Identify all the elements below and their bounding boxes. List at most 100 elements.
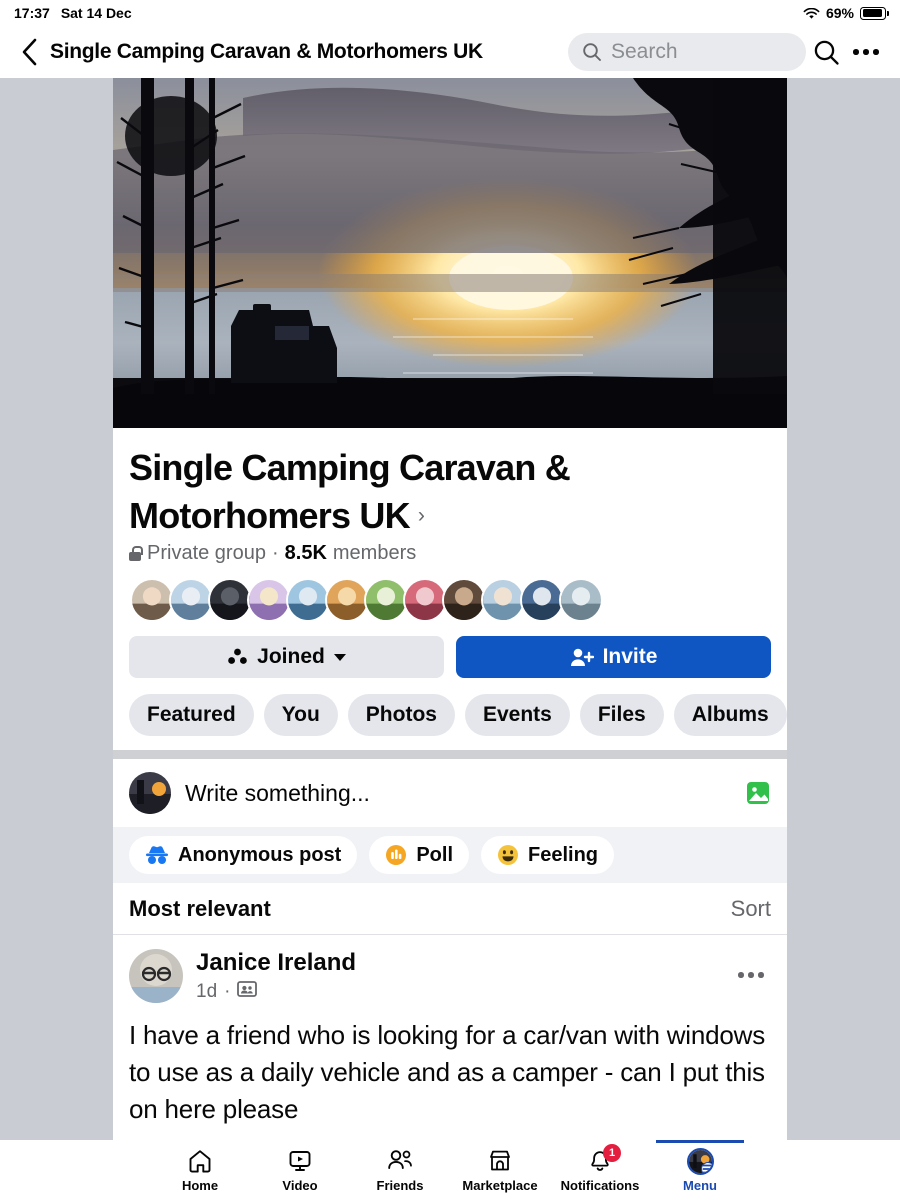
composer-action-bar: Anonymous post Poll Feeling bbox=[113, 827, 787, 883]
member-avatar[interactable] bbox=[481, 578, 525, 622]
member-avatar[interactable] bbox=[442, 578, 486, 622]
composer-action-label: Anonymous post bbox=[178, 843, 342, 866]
app-screen: 17:37 Sat 14 Dec 69% Single Camping Cara… bbox=[0, 0, 900, 1200]
search-icon bbox=[583, 43, 601, 61]
joined-label: Joined bbox=[257, 645, 325, 668]
section-divider bbox=[113, 750, 787, 759]
group-tab-label: Albums bbox=[691, 703, 769, 726]
meta-separator: · bbox=[271, 542, 279, 564]
search-input[interactable]: Search bbox=[568, 33, 806, 71]
composer-placeholder: Write something... bbox=[185, 779, 370, 806]
feed-post: Janice Ireland 1d · I have a friend who … bbox=[113, 934, 787, 1128]
member-avatar[interactable] bbox=[559, 578, 603, 622]
home-icon bbox=[187, 1147, 213, 1175]
group-action-buttons: Joined Invite bbox=[129, 636, 771, 678]
group-tab-label: You bbox=[281, 703, 320, 726]
bottom-nav-label: Home bbox=[181, 1178, 219, 1193]
group-tab-featured[interactable]: Featured bbox=[129, 694, 254, 736]
member-avatar[interactable] bbox=[364, 578, 408, 622]
bottom-nav-item-menu[interactable]: Menu bbox=[650, 1140, 750, 1200]
content-column: Single Camping Caravan & Motorhomers UK ›… bbox=[113, 78, 787, 1140]
friends-icon bbox=[386, 1147, 414, 1175]
invite-label: Invite bbox=[602, 645, 658, 668]
member-count: 8.5K bbox=[284, 542, 327, 564]
member-avatar[interactable] bbox=[247, 578, 291, 622]
member-avatar[interactable] bbox=[403, 578, 447, 622]
post-composer[interactable]: Write something... bbox=[113, 759, 787, 827]
group-tabs: Featured You Photos Events Files Albums bbox=[129, 694, 787, 750]
status-bar-left: 17:37 Sat 14 Dec bbox=[14, 5, 132, 21]
member-label: members bbox=[332, 542, 417, 564]
member-avatars[interactable] bbox=[129, 578, 771, 622]
avatar bbox=[129, 949, 183, 1003]
member-avatar[interactable] bbox=[169, 578, 213, 622]
invite-button[interactable]: Invite bbox=[456, 636, 771, 678]
group-name[interactable]: Single Camping Caravan & Motorhomers UK › bbox=[129, 444, 771, 540]
group-privacy: Private group bbox=[147, 542, 266, 564]
bottom-nav-item-friends[interactable]: Friends bbox=[350, 1140, 450, 1200]
status-bar-right: 69% bbox=[803, 5, 890, 21]
group-name-text: Single Camping Caravan & Motorhomers UK bbox=[129, 447, 571, 536]
group-tab-files[interactable]: Files bbox=[579, 694, 664, 736]
composer-action-feeling[interactable]: Feeling bbox=[481, 836, 615, 874]
member-avatar[interactable] bbox=[130, 578, 174, 622]
user-avatar bbox=[129, 772, 171, 814]
member-avatar[interactable] bbox=[286, 578, 330, 622]
composer-avatar bbox=[129, 772, 171, 814]
composer-action-label: Feeling bbox=[528, 843, 599, 866]
group-audience-icon bbox=[237, 979, 258, 1005]
bottom-nav-item-video[interactable]: Video bbox=[250, 1140, 350, 1200]
bottom-nav-label: Menu bbox=[683, 1178, 717, 1193]
menu-avatar-icon bbox=[686, 1147, 714, 1175]
group-tab-you[interactable]: You bbox=[263, 694, 338, 736]
back-button[interactable] bbox=[12, 35, 46, 69]
group-tab-label: Photos bbox=[365, 703, 437, 726]
status-bar: 17:37 Sat 14 Dec 69% bbox=[0, 0, 900, 26]
sort-button[interactable]: Sort bbox=[731, 896, 771, 922]
group-tab-albums[interactable]: Albums bbox=[673, 694, 787, 736]
group-tab-events[interactable]: Events bbox=[464, 694, 570, 736]
status-time: 17:37 bbox=[14, 5, 50, 21]
bottom-nav-item-marketplace[interactable]: Marketplace bbox=[450, 1140, 550, 1200]
group-meta: Private group · 8.5K members bbox=[129, 542, 771, 565]
wifi-icon bbox=[803, 7, 820, 19]
status-date: Sat 14 Dec bbox=[60, 5, 132, 21]
chevron-down-icon bbox=[333, 653, 346, 661]
post-more-options-icon bbox=[738, 972, 764, 978]
group-tab-label: Featured bbox=[147, 703, 236, 726]
smiley-icon bbox=[497, 844, 519, 866]
composer-action-poll[interactable]: Poll bbox=[369, 836, 470, 874]
bottom-nav-label: Marketplace bbox=[462, 1178, 538, 1193]
member-avatar[interactable] bbox=[208, 578, 252, 622]
post-author-name[interactable]: Janice Ireland bbox=[196, 949, 356, 977]
back-chevron-icon bbox=[22, 38, 36, 66]
more-options-icon bbox=[853, 49, 879, 55]
top-navigation-bar: Single Camping Caravan & Motorhomers UK … bbox=[0, 26, 900, 78]
more-options-button[interactable] bbox=[846, 32, 886, 72]
bottom-nav-label: Notifications bbox=[560, 1178, 640, 1193]
post-meta-separator: · bbox=[224, 981, 231, 1002]
bottom-nav-item-notifications[interactable]: 1 Notifications bbox=[550, 1140, 650, 1200]
member-avatar[interactable] bbox=[520, 578, 564, 622]
post-meta: 1d · bbox=[196, 979, 356, 1005]
lock-icon bbox=[129, 546, 143, 561]
composer-action-anonymous-post[interactable]: Anonymous post bbox=[129, 836, 358, 874]
post-author-avatar[interactable] bbox=[129, 949, 183, 1003]
joined-button[interactable]: Joined bbox=[129, 636, 444, 678]
group-cover-photo[interactable] bbox=[113, 78, 787, 428]
group-tab-photos[interactable]: Photos bbox=[347, 694, 455, 736]
post-more-options-button[interactable] bbox=[731, 955, 771, 995]
search-placeholder: Search bbox=[611, 40, 678, 63]
post-text: I have a friend who is looking for a car… bbox=[129, 1020, 766, 1124]
chevron-right-icon: › bbox=[417, 504, 425, 527]
group-tab-label: Files bbox=[597, 703, 646, 726]
member-avatar[interactable] bbox=[325, 578, 369, 622]
group-tab-label: Events bbox=[482, 703, 552, 726]
bottom-nav-item-home[interactable]: Home bbox=[150, 1140, 250, 1200]
photo-icon[interactable] bbox=[745, 780, 771, 806]
person-add-icon bbox=[570, 648, 594, 666]
search-button[interactable] bbox=[806, 32, 846, 72]
group-members-icon bbox=[228, 648, 247, 664]
marketplace-icon bbox=[487, 1147, 513, 1175]
incognito-icon bbox=[145, 845, 169, 865]
